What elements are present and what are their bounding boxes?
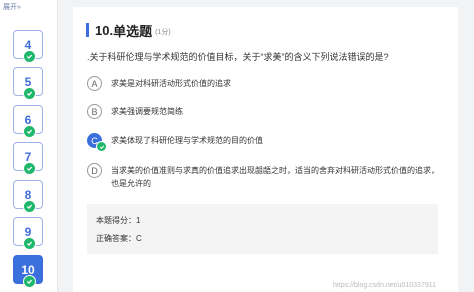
option-c[interactable]: C 求美体现了科研伦理与学术规范的目的价值 [87, 133, 441, 152]
watermark: https://blog.csdn.net/u010337911 [332, 282, 436, 289]
check-icon [23, 162, 36, 175]
option-letter[interactable]: D [87, 163, 102, 178]
option-text: 求美体现了科研伦理与学术规范的目的价值 [111, 136, 263, 145]
option-letter[interactable]: A [87, 76, 102, 91]
question-nav-sidebar: 展开» 4 5 6 7 8 9 10 [0, 0, 58, 292]
check-icon [23, 275, 36, 288]
question-nav-item-4[interactable]: 4 [13, 30, 43, 63]
question-nav-item-8[interactable]: 8 [13, 180, 43, 213]
question-nav-item-5[interactable]: 5 [13, 67, 43, 100]
option-d[interactable]: D 当求美的价值准则与求真的价值追求出现龃龉之时，适当的舍弃对科研活动形式价值的… [87, 163, 441, 190]
question-nav-item-6[interactable]: 6 [13, 105, 43, 138]
question-nav-item-10[interactable]: 10 [13, 255, 43, 288]
correct-answer: 正确答案：C [96, 234, 142, 243]
option-letter-selected[interactable]: C [87, 133, 107, 152]
option-letter[interactable]: B [87, 104, 102, 119]
question-header: 10. 单选题 (1分) [86, 22, 171, 39]
check-icon [96, 141, 107, 152]
question-score: (1分) [155, 28, 171, 36]
result-score: 本题得分：1 [96, 216, 141, 225]
question-number: 10. [95, 22, 114, 38]
option-a[interactable]: A 求美是对科研活动形式价值的追求 [87, 76, 441, 91]
check-icon [23, 237, 36, 250]
check-icon [23, 87, 36, 100]
question-type: 单选题 [113, 23, 153, 39]
option-text: 求美是对科研活动形式价值的追求 [111, 79, 231, 88]
accent-bar [86, 23, 89, 37]
check-icon [23, 200, 36, 213]
option-text: 求美强调要规范简练 [111, 107, 183, 116]
question-nav-item-9[interactable]: 9 [13, 217, 43, 250]
question-panel: 10. 单选题 (1分) .关于科研伦理与学术规范的价值目标，关于“求美”的含义… [73, 7, 458, 292]
result-box: 本题得分：1 正确答案：C [87, 204, 438, 254]
check-icon [23, 50, 36, 63]
question-text: .关于科研伦理与学术规范的价值目标，关于“求美”的含义下列说法错误的是? [87, 52, 389, 62]
expand-toggle[interactable]: 展开» [3, 3, 21, 13]
option-b[interactable]: B 求美强调要规范简练 [87, 104, 441, 119]
question-nav-item-7[interactable]: 7 [13, 142, 43, 175]
check-icon [23, 125, 36, 138]
option-text: 当求美的价值准则与求真的价值追求出现龃龉之时，适当的舍弃对科研活动形式价值的追求… [111, 166, 439, 188]
